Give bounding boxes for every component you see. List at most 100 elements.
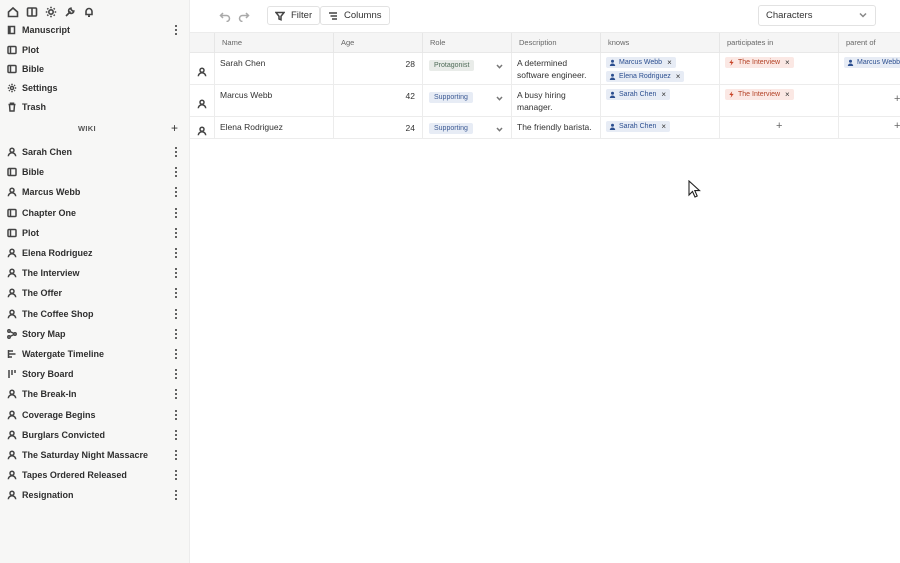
- age-cell[interactable]: 24: [333, 117, 422, 138]
- knows-cell[interactable]: Sarah Chen ×: [600, 85, 719, 116]
- wiki-item-the-coffee-shop[interactable]: The Coffee Shop: [0, 304, 190, 324]
- remove-chip-icon[interactable]: ×: [785, 89, 790, 100]
- more-options-icon[interactable]: [172, 287, 180, 299]
- description-cell[interactable]: The friendly barista.: [511, 117, 600, 138]
- more-options-icon[interactable]: [172, 308, 180, 320]
- sidebar-section-bible[interactable]: Bible: [0, 59, 190, 79]
- wrench-icon[interactable]: [63, 5, 76, 18]
- parent-of-cell[interactable]: +: [838, 85, 900, 116]
- filter-button[interactable]: Filter: [267, 6, 321, 25]
- age-cell[interactable]: 28: [333, 53, 422, 84]
- role-cell[interactable]: Supporting: [422, 85, 511, 116]
- wiki-item-sarah-chen[interactable]: Sarah Chen: [0, 142, 190, 162]
- role-cell[interactable]: Protagonist: [422, 53, 511, 84]
- chevron-down-icon[interactable]: [496, 62, 503, 69]
- column-header-name[interactable]: Name: [214, 33, 333, 54]
- wiki-item-the-offer[interactable]: The Offer: [0, 283, 190, 303]
- parent-of-chip[interactable]: Marcus Webb: [844, 57, 900, 68]
- more-options-icon[interactable]: [172, 166, 180, 178]
- more-options-icon[interactable]: [172, 449, 180, 461]
- more-options-icon[interactable]: [172, 146, 180, 158]
- more-options-icon[interactable]: [172, 186, 180, 198]
- role-cell[interactable]: Supporting: [422, 117, 511, 138]
- remove-chip-icon[interactable]: ×: [661, 89, 666, 100]
- chevron-down-icon[interactable]: [496, 125, 503, 132]
- sun-icon[interactable]: [44, 5, 57, 18]
- description-cell[interactable]: A determined software engineer.: [511, 53, 600, 84]
- name-cell[interactable]: Sarah Chen: [214, 53, 333, 84]
- view-select[interactable]: Characters: [758, 5, 876, 26]
- column-header-knows[interactable]: knows: [600, 33, 719, 54]
- wiki-item-the-saturday-night-massacre[interactable]: The Saturday Night Massacre: [0, 445, 190, 465]
- add-wiki-page-button[interactable]: +: [171, 121, 178, 135]
- sidebar-section-manuscript[interactable]: Manuscript: [0, 20, 190, 40]
- participates-in-cell[interactable]: The Interview ×: [719, 53, 838, 84]
- column-header-participates-in[interactable]: participates in: [719, 33, 838, 54]
- remove-chip-icon[interactable]: ×: [661, 121, 666, 132]
- knows-chip[interactable]: Sarah Chen ×: [606, 121, 671, 132]
- name-cell[interactable]: Elena Rodriguez: [214, 117, 333, 138]
- wiki-item-burglars-convicted[interactable]: Burglars Convicted: [0, 425, 190, 445]
- description-cell[interactable]: A busy hiring manager.: [511, 85, 600, 116]
- bell-icon[interactable]: [82, 5, 95, 18]
- table-row[interactable]: Elena Rodriguez 24 Supporting The friendly …: [190, 117, 900, 139]
- knows-chip[interactable]: Elena Rodriguez ×: [606, 71, 685, 82]
- columns-button[interactable]: Columns: [320, 6, 390, 25]
- table-row[interactable]: Marcus Webb 42 Supporting A busy hiring man…: [190, 85, 900, 117]
- wiki-item-marcus-webb[interactable]: Marcus Webb: [0, 182, 190, 202]
- more-options-icon[interactable]: [172, 267, 180, 279]
- wiki-item-story-board[interactable]: Story Board: [0, 364, 190, 384]
- person-icon[interactable]: [197, 123, 207, 136]
- more-options-icon[interactable]: [172, 388, 180, 400]
- wiki-item-watergate-timeline[interactable]: Watergate Timeline: [0, 344, 190, 364]
- home-icon[interactable]: [6, 5, 19, 18]
- wiki-item-bible[interactable]: Bible: [0, 162, 190, 182]
- wiki-item-story-map[interactable]: Story Map: [0, 324, 190, 344]
- more-options-icon[interactable]: [172, 247, 180, 259]
- book-open-icon[interactable]: [25, 5, 38, 18]
- more-options-icon[interactable]: [172, 227, 180, 239]
- sidebar-section-settings[interactable]: Settings: [0, 78, 190, 98]
- person-icon[interactable]: [197, 96, 207, 109]
- remove-chip-icon[interactable]: ×: [667, 57, 672, 68]
- more-options-icon[interactable]: [172, 348, 180, 360]
- more-options-icon[interactable]: [172, 207, 180, 219]
- table-row[interactable]: Sarah Chen 28 Protagonist A determined soft…: [190, 53, 900, 85]
- wiki-item-chapter-one[interactable]: Chapter One: [0, 203, 190, 223]
- name-cell[interactable]: Marcus Webb: [214, 85, 333, 116]
- column-header-description[interactable]: Description: [511, 33, 600, 54]
- redo-icon[interactable]: [238, 9, 250, 23]
- wiki-item-coverage-begins[interactable]: Coverage Begins: [0, 405, 190, 425]
- parent-of-cell[interactable]: Marcus Webb: [838, 53, 900, 84]
- knows-chip[interactable]: Marcus Webb ×: [606, 57, 676, 68]
- undo-icon[interactable]: [219, 9, 231, 23]
- add-relation-button[interactable]: +: [776, 120, 782, 132]
- add-relation-button[interactable]: +: [894, 93, 900, 105]
- more-options-icon[interactable]: [172, 469, 180, 481]
- remove-chip-icon[interactable]: ×: [676, 71, 681, 82]
- sidebar-section-trash[interactable]: Trash: [0, 97, 190, 117]
- more-options-icon[interactable]: [172, 409, 180, 421]
- parent-of-cell[interactable]: +: [838, 117, 900, 138]
- person-icon[interactable]: [197, 64, 207, 77]
- column-header-parent-of[interactable]: parent of: [838, 33, 900, 54]
- knows-cell[interactable]: Marcus Webb × Elena Rodriguez ×: [600, 53, 719, 84]
- participates-in-cell[interactable]: The Interview ×: [719, 85, 838, 116]
- participates-chip[interactable]: The Interview ×: [725, 57, 794, 68]
- wiki-item-tapes-ordered-released[interactable]: Tapes Ordered Released: [0, 465, 190, 485]
- more-options-icon[interactable]: [172, 24, 180, 36]
- participates-chip[interactable]: The Interview ×: [725, 89, 794, 100]
- add-relation-button[interactable]: +: [894, 120, 900, 132]
- more-options-icon[interactable]: [172, 368, 180, 380]
- column-header-age[interactable]: Age: [333, 33, 422, 54]
- remove-chip-icon[interactable]: ×: [785, 57, 790, 68]
- wiki-item-elena-rodriguez[interactable]: Elena Rodriguez: [0, 243, 190, 263]
- knows-cell[interactable]: Sarah Chen ×: [600, 117, 719, 138]
- wiki-item-plot[interactable]: Plot: [0, 223, 190, 243]
- wiki-item-the-interview[interactable]: The Interview: [0, 263, 190, 283]
- more-options-icon[interactable]: [172, 328, 180, 340]
- wiki-item-resignation[interactable]: Resignation: [0, 485, 190, 505]
- knows-chip[interactable]: Sarah Chen ×: [606, 89, 671, 100]
- chevron-down-icon[interactable]: [496, 94, 503, 101]
- sidebar-section-plot[interactable]: Plot: [0, 40, 190, 60]
